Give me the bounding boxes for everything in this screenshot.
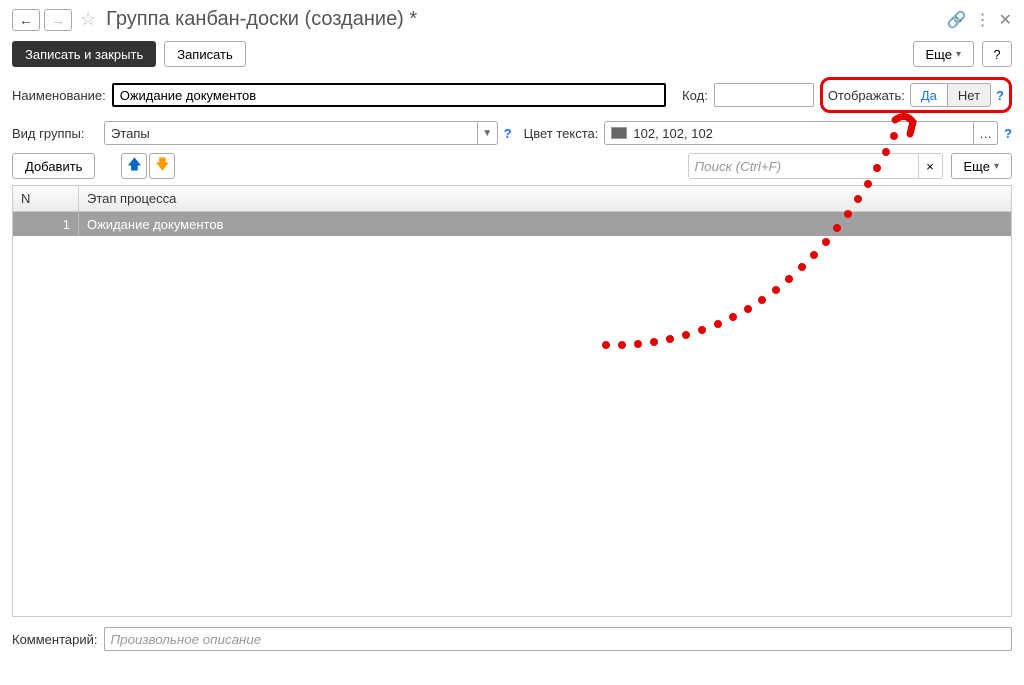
nav-back-button[interactable]: ← <box>12 9 40 31</box>
group-type-value: Этапы <box>104 121 478 145</box>
nav-forward-button[interactable]: → <box>44 9 72 31</box>
more-button[interactable]: Еще <box>913 41 974 67</box>
text-color-value: 102, 102, 102 <box>633 126 713 141</box>
stages-table: N Этап процесса 1 Ожидание документов <box>12 185 1012 617</box>
add-button[interactable]: Добавить <box>12 153 95 179</box>
main-toolbar: Записать и закрыть Записать Еще ? <box>12 41 1012 67</box>
display-yes-button[interactable]: Да <box>910 83 948 107</box>
search-input[interactable] <box>688 153 919 179</box>
link-icon[interactable]: 🔗 <box>947 10 967 30</box>
name-input[interactable] <box>112 83 666 107</box>
display-no-button[interactable]: Нет <box>948 83 991 107</box>
table-header: N Этап процесса <box>13 186 1011 212</box>
group-type-row: Вид группы: Этапы ▼ ? Цвет текста: 102, … <box>12 121 1012 145</box>
name-label: Наименование: <box>12 88 106 103</box>
window-header: ← → ☆ Группа канбан-доски (создание) * 🔗… <box>12 8 1012 31</box>
text-color-field[interactable]: 102, 102, 102 … <box>604 121 998 145</box>
comment-row: Комментарий: <box>12 627 1012 651</box>
help-button[interactable]: ? <box>982 41 1012 67</box>
display-help-icon[interactable]: ? <box>996 88 1004 103</box>
search-clear-button[interactable]: × <box>919 153 943 179</box>
text-color-help-icon[interactable]: ? <box>1004 126 1012 141</box>
favorite-star-icon[interactable]: ☆ <box>80 9 96 30</box>
move-up-button[interactable]: 🡅 <box>121 153 147 179</box>
save-and-close-button[interactable]: Записать и закрыть <box>12 41 156 67</box>
cell-n: 1 <box>13 212 79 236</box>
close-icon[interactable]: ✕ <box>999 10 1012 30</box>
comment-input[interactable] <box>104 627 1013 651</box>
group-type-help-icon[interactable]: ? <box>504 126 512 141</box>
table-row[interactable]: 1 Ожидание документов <box>13 212 1011 236</box>
kebab-menu-icon[interactable]: ⋮ <box>975 10 991 30</box>
color-picker-button[interactable]: … <box>974 121 998 145</box>
save-button[interactable]: Записать <box>164 41 246 67</box>
text-color-label: Цвет текста: <box>524 126 599 141</box>
display-label: Отображать: <box>828 88 905 103</box>
display-highlight-box: Отображать: Да Нет ? <box>820 77 1012 113</box>
group-type-dropdown-icon[interactable]: ▼ <box>478 121 498 145</box>
group-type-select[interactable]: Этапы ▼ <box>104 121 498 145</box>
code-input[interactable] <box>714 83 814 107</box>
comment-label: Комментарий: <box>12 632 98 647</box>
table-more-button[interactable]: Еще <box>951 153 1012 179</box>
cell-stage: Ожидание документов <box>79 217 1011 232</box>
move-down-button[interactable]: 🡇 <box>149 153 175 179</box>
name-code-row: Наименование: Код: Отображать: Да Нет ? <box>12 77 1012 113</box>
group-type-label: Вид группы: <box>12 126 98 141</box>
page-title: Группа канбан-доски (создание) * <box>106 8 943 31</box>
display-toggle: Да Нет <box>910 83 991 107</box>
col-stage-header[interactable]: Этап процесса <box>79 191 1011 206</box>
col-n-header[interactable]: N <box>13 186 79 211</box>
code-label: Код: <box>682 88 708 103</box>
color-swatch-icon <box>611 127 627 139</box>
table-actions: Добавить 🡅 🡇 × Еще <box>12 153 1012 179</box>
